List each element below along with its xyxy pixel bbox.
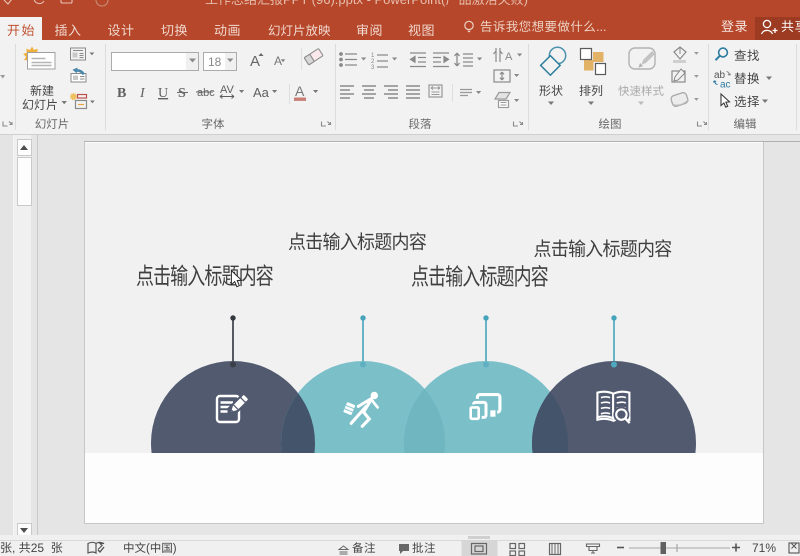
- svg-text:A: A: [505, 51, 513, 63]
- svg-text:25: 25: [31, 541, 45, 555]
- svg-text:B: B: [117, 86, 126, 101]
- svg-text:abc: abc: [197, 87, 215, 99]
- svg-text:I: I: [139, 86, 146, 101]
- svg-text:): ): [173, 543, 177, 555]
- svg-text:...: ...: [596, 20, 606, 34]
- svg-text:3: 3: [371, 65, 375, 71]
- svg-text:(: (: [146, 543, 150, 555]
- svg-text:71%: 71%: [752, 541, 776, 555]
- svg-text:PPT (96).pptx - PowerPoint(: PPT (96).pptx - PowerPoint(: [283, 0, 446, 7]
- svg-text:,: ,: [12, 541, 15, 555]
- svg-text:18: 18: [208, 55, 222, 69]
- svg-text:S: S: [178, 86, 186, 101]
- svg-text:A: A: [295, 83, 305, 99]
- svg-text:U: U: [158, 86, 168, 101]
- svg-text:A: A: [274, 54, 282, 68]
- svg-text:Aa: Aa: [253, 85, 270, 100]
- svg-text:ac: ac: [720, 80, 731, 91]
- svg-text:A: A: [250, 53, 260, 70]
- svg-text:): ): [524, 0, 528, 7]
